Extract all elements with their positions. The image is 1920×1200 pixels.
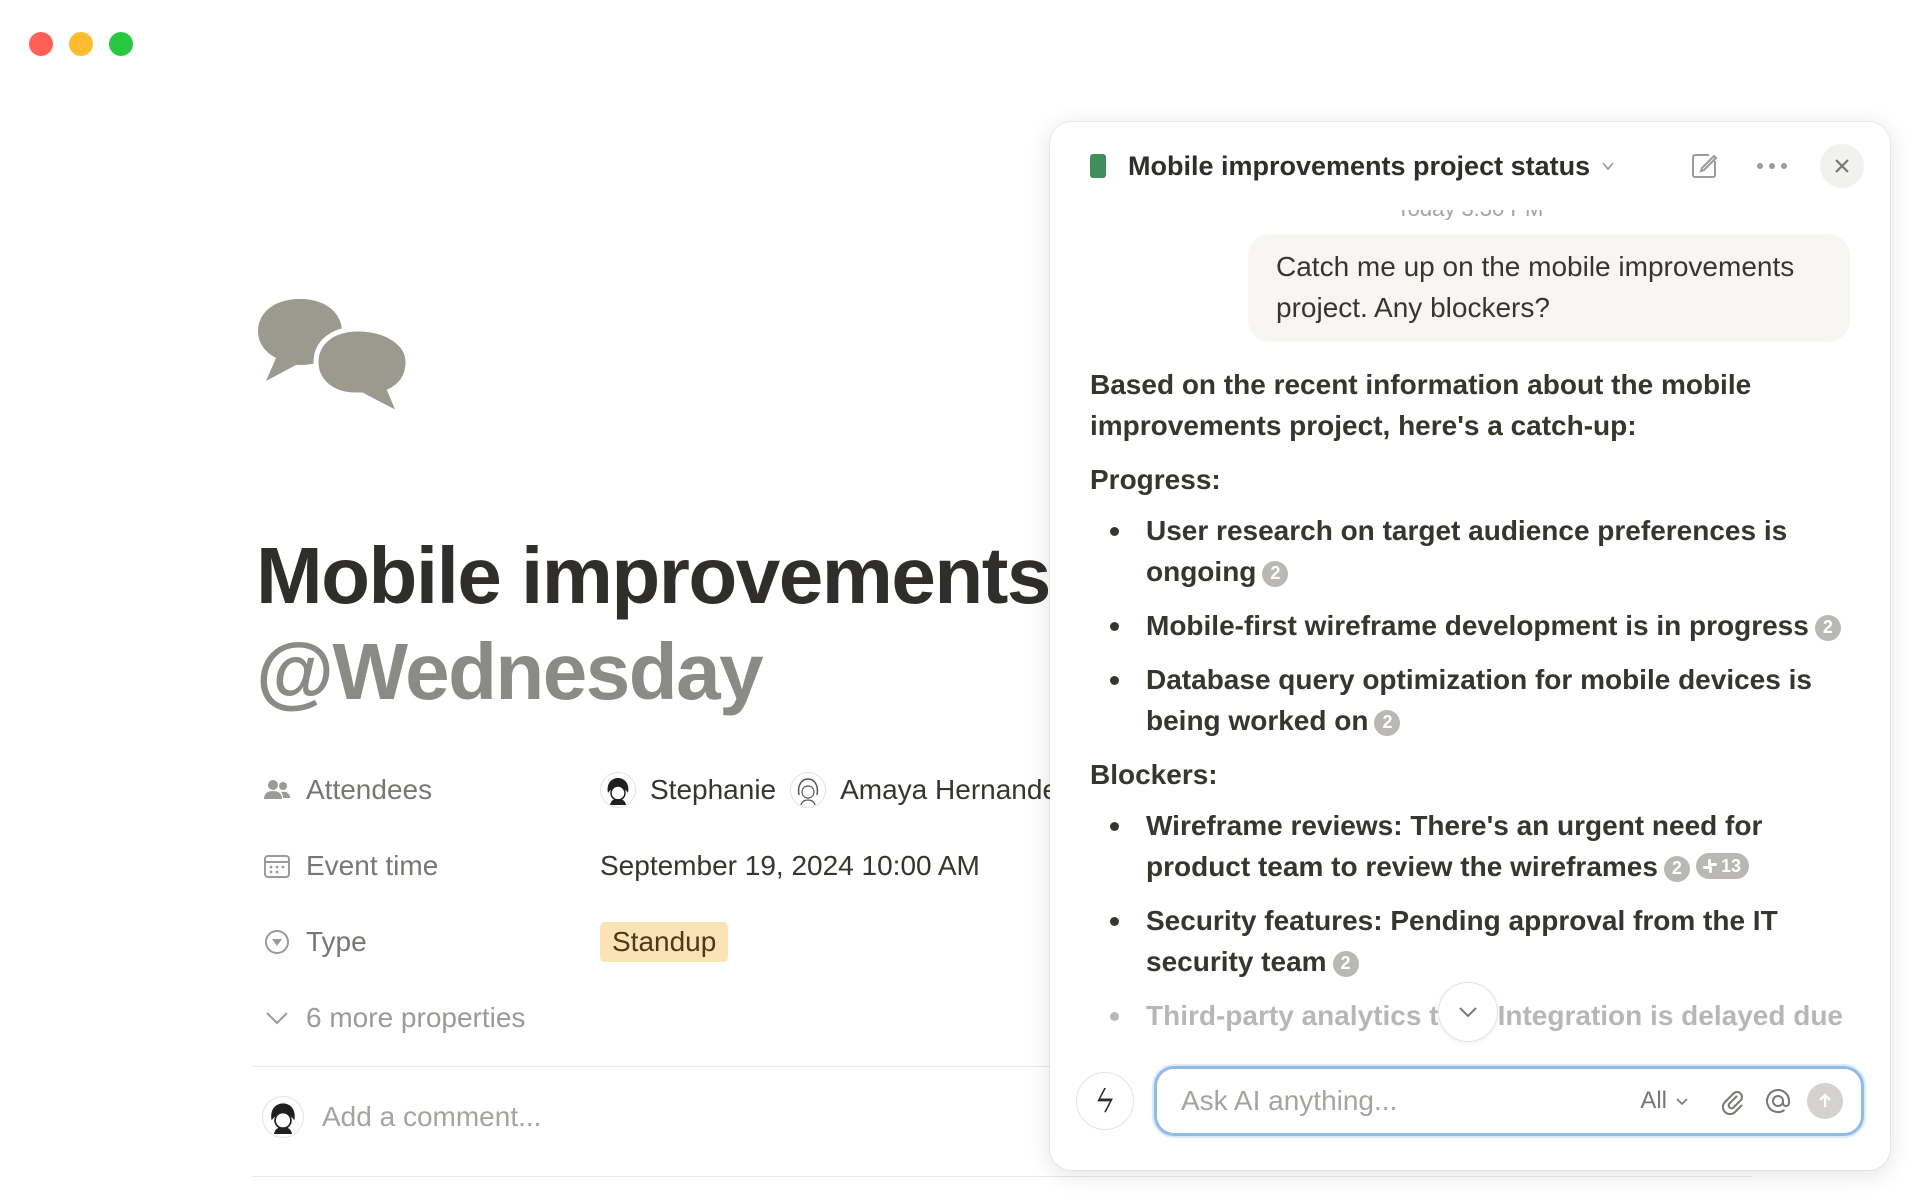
slack-count: 13 <box>1720 855 1741 876</box>
user-message: Catch me up on the mobile improvements p… <box>1248 234 1850 342</box>
ask-ai-box[interactable]: All <box>1154 1066 1864 1136</box>
citation-badge[interactable]: 2 <box>1663 855 1690 882</box>
more-options-button[interactable] <box>1752 146 1792 186</box>
message-timestamp: Today 3:30 PM <box>1090 210 1850 220</box>
ai-response: Based on the recent information about th… <box>1090 364 1850 1036</box>
attendee-name: Stephanie <box>650 774 777 805</box>
header-actions <box>1684 144 1864 188</box>
property-type[interactable]: Type Standup <box>262 904 1162 980</box>
mention-button[interactable] <box>1761 1084 1795 1118</box>
property-event-time[interactable]: Event time September 19, 2024 10:00 AM <box>262 828 1162 904</box>
send-button[interactable] <box>1807 1083 1843 1119</box>
ai-conversation[interactable]: Today 3:30 PM Catch me up on the mobile … <box>1050 210 1890 1042</box>
event-time-value[interactable]: September 19, 2024 10:00 AM <box>600 850 980 882</box>
ask-ai-input[interactable] <box>1181 1085 1641 1117</box>
progress-heading: Progress: <box>1090 464 1221 495</box>
list-item: Mobile-first wireframe development is in… <box>1090 605 1850 646</box>
list-item: Security features: Pending approval from… <box>1090 900 1850 982</box>
chevron-down-icon <box>1459 1007 1477 1018</box>
avatar-stephanie <box>600 772 636 808</box>
list-item: User research on target audience prefere… <box>1090 510 1850 592</box>
page-title[interactable]: Mobile improvements @Wednesday <box>256 528 1051 720</box>
avatar-amaya <box>790 772 827 808</box>
citation-badge[interactable]: 2 <box>1262 560 1289 587</box>
ellipsis-icon <box>1757 163 1787 169</box>
property-key-label: Event time <box>306 850 439 881</box>
chevron-down-icon[interactable] <box>1600 158 1616 174</box>
minimize-window-button[interactable] <box>69 32 93 56</box>
attendees-value[interactable]: Stephanie Amaya Hernandez <box>600 772 1072 808</box>
comment-input[interactable]: Add a comment... <box>322 1101 541 1133</box>
close-icon <box>1835 159 1849 173</box>
page-doc-icon <box>1090 154 1106 178</box>
close-panel-button[interactable] <box>1820 144 1864 188</box>
property-key-attendees: Attendees <box>262 774 600 806</box>
list-item-text: Database query optimization for mobile d… <box>1146 664 1812 736</box>
current-user-avatar <box>262 1096 304 1138</box>
ai-conversation-title[interactable]: Mobile improvements project status <box>1128 151 1590 182</box>
scroll-to-bottom-button[interactable] <box>1438 982 1498 1042</box>
more-properties-label: 6 more properties <box>306 1002 526 1033</box>
list-item-text: Mobile-first wireframe development is in… <box>1146 610 1809 641</box>
property-key-type: Type <box>262 926 600 958</box>
chevron-down-icon <box>1676 1098 1688 1106</box>
select-icon <box>265 930 289 954</box>
list-item-text: User research on target audience prefere… <box>1146 515 1788 587</box>
chevron-down-icon <box>266 1012 288 1025</box>
attach-button[interactable] <box>1715 1084 1749 1118</box>
speech-bubbles-icon[interactable] <box>252 295 412 424</box>
ai-input-area: ϟ All <box>1050 1042 1890 1170</box>
calendar-icon <box>264 855 290 878</box>
list-item: Wireframe reviews: There's an urgent nee… <box>1090 805 1850 887</box>
properties: Attendees Stephanie Amaya Hernandez Even… <box>262 752 1162 1056</box>
progress-list: User research on target audience prefere… <box>1090 510 1850 741</box>
close-window-button[interactable] <box>29 32 53 56</box>
ai-face-icon: ϟ <box>1076 1072 1134 1130</box>
window-controls <box>29 32 133 56</box>
property-key-label: Type <box>306 926 367 957</box>
scope-selector[interactable]: All <box>1640 1087 1689 1115</box>
at-sign-icon <box>1766 1089 1790 1113</box>
paperclip-icon <box>1721 1091 1743 1115</box>
citation-badge[interactable]: 2 <box>1374 709 1401 736</box>
property-attendees[interactable]: Attendees Stephanie Amaya Hernandez <box>262 752 1162 828</box>
arrow-up-icon <box>1819 1093 1831 1107</box>
people-icon <box>264 780 290 799</box>
ai-panel-header: Mobile improvements project status <box>1050 122 1890 210</box>
maximize-window-button[interactable] <box>109 32 133 56</box>
comment-composer[interactable]: Add a comment... <box>262 1096 541 1138</box>
attendee-name: Amaya Hernandez <box>840 774 1073 805</box>
date-mention[interactable]: @Wednesday <box>256 624 1050 720</box>
blockers-heading: Blockers: <box>1090 759 1218 790</box>
property-key-label: Attendees <box>306 774 433 805</box>
citation-badge[interactable]: 2 <box>1814 614 1841 641</box>
divider <box>252 1176 1752 1177</box>
ai-response-intro: Based on the recent information about th… <box>1090 369 1752 441</box>
slack-icon <box>1702 859 1717 873</box>
scope-label: All <box>1640 1087 1667 1114</box>
more-properties: 6 more properties <box>262 1002 525 1034</box>
type-value[interactable]: Standup <box>600 922 729 962</box>
page-title-text: Mobile improvements <box>256 531 1051 620</box>
type-tag: Standup <box>600 922 729 962</box>
list-item-text: Security features: Pending approval from… <box>1146 905 1778 977</box>
new-chat-button[interactable] <box>1684 146 1724 186</box>
slack-citation-badge[interactable]: 13 <box>1695 853 1749 879</box>
more-properties-toggle[interactable]: 6 more properties <box>262 980 1162 1056</box>
list-item: Database query optimization for mobile d… <box>1090 659 1850 741</box>
compose-icon <box>1692 154 1718 178</box>
property-key-event-time: Event time <box>262 850 600 882</box>
citation-badge[interactable]: 2 <box>1332 950 1359 977</box>
ai-chat-panel: Mobile improvements project status Today… <box>1050 122 1890 1170</box>
